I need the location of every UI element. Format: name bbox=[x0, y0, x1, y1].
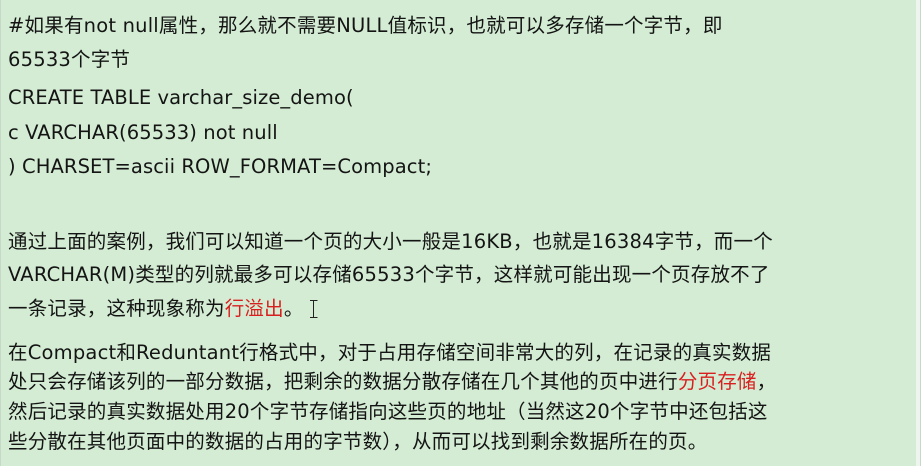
code-line-2: c VARCHAR(65533) not null bbox=[8, 121, 278, 144]
right-border bbox=[916, 0, 920, 466]
row-overflow-highlight: 行溢出 bbox=[224, 297, 284, 320]
comment-line-1: #如果有not null属性，那么就不需要NULL值标识，也就可以多存储一个字节… bbox=[8, 14, 723, 37]
paragraph-3-line-2: 处只会存储该列的一部分数据，把剩余的数据分散存储在几个其他的页中进行分页存储， bbox=[8, 370, 776, 394]
paging-storage-highlight: 分页存储 bbox=[677, 370, 757, 393]
code-line-3: ) CHARSET=ascii ROW_FORMAT=Compact; bbox=[8, 155, 433, 178]
paragraph-3-line-2-suffix: ， bbox=[756, 370, 777, 393]
text-cursor-icon bbox=[310, 300, 318, 318]
paragraph-3-line-3: 然后记录的真实数据处用20个字节存储指向这些页的地址（当然这20个字节中还包括这 bbox=[8, 400, 768, 423]
paragraph-2-line-1: 通过上面的案例，我们可以知道一个页的大小一般是16KB，也就是16384字节，而… bbox=[8, 230, 773, 253]
comment-line-2: 65533个字节 bbox=[8, 48, 131, 71]
code-line-1: CREATE TABLE varchar_size_demo( bbox=[8, 86, 354, 109]
paragraph-3-line-2-prefix: 处只会存储该列的一部分数据，把剩余的数据分散存储在几个其他的页中进行 bbox=[8, 370, 678, 393]
paragraph-3-line-4: 些分散在其他页面中的数据的占用的字节数），从而可以找到剩余数据所在的页。 bbox=[8, 430, 708, 453]
paragraph-2-line-2: VARCHAR(M)类型的列就最多可以存储65533个字节，这样就可能出现一个页… bbox=[8, 263, 770, 286]
paragraph-3-line-1: 在Compact和Reduntant行格式中，对于占用存储空间非常大的列，在记录… bbox=[8, 341, 772, 364]
paragraph-2-line-3-suffix: 。 bbox=[283, 297, 304, 320]
paragraph-2-line-3-prefix: 一条记录，这种现象称为 bbox=[8, 297, 225, 320]
paragraph-2-line-3: 一条记录，这种现象称为行溢出。 bbox=[8, 297, 318, 321]
document-page: #如果有not null属性，那么就不需要NULL值标识，也就可以多存储一个字节… bbox=[0, 0, 921, 466]
